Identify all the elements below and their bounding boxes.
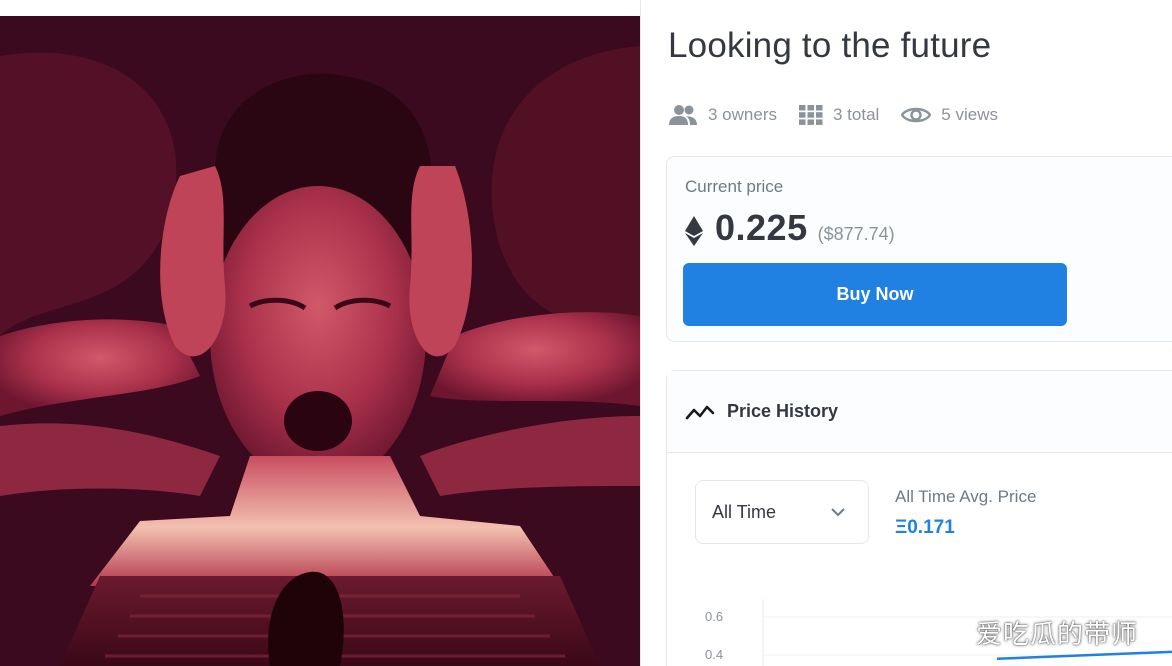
artwork-top-border [0,0,640,16]
eye-icon [901,107,932,123]
people-icon [669,105,697,125]
avg-price-value: Ξ0.171 [895,517,955,538]
nft-artwork-image[interactable] [0,16,640,666]
total-stat: 3 total [798,105,880,125]
price-history-title: Price History [727,401,839,421]
price-history-header[interactable]: Price History [667,371,1172,453]
item-title: Looking to the future [668,26,992,65]
ethereum-icon [685,216,703,246]
views-count: 5 views [941,105,998,124]
nft-item-page: Looking to the future 3 owners 3 total 5… [0,0,1172,666]
grid-icon [798,105,823,125]
chevron-down-icon [831,508,845,517]
avg-price-label: All Time Avg. Price [895,487,1037,506]
owners-count: 3 owners [708,105,777,124]
price-card: Current price 0.225 ($877.74) Buy Now [666,156,1172,342]
y-tick-label: 0.6 [705,609,723,624]
time-range-value: All Time [712,501,777,522]
views-stat: 5 views [901,105,998,125]
price-value: 0.225 [715,207,808,248]
buy-now-button[interactable]: Buy Now [683,263,1067,326]
watermark-text: 爱吃瓜的带师 [976,620,1139,650]
time-range-select[interactable]: All Time [695,480,869,544]
price-usd: ($877.74) [817,224,895,244]
price-row: 0.225 ($877.74) [685,207,895,249]
owners-stat[interactable]: 3 owners [668,104,777,126]
total-count: 3 total [832,105,880,124]
y-tick-label: 0.4 [705,647,723,662]
item-stats: 3 owners 3 total 5 views [668,102,1020,128]
current-price-label: Current price [685,177,784,196]
panel-divider [640,0,641,666]
trend-line-icon [685,405,715,419]
artwork-illustration [0,16,640,666]
